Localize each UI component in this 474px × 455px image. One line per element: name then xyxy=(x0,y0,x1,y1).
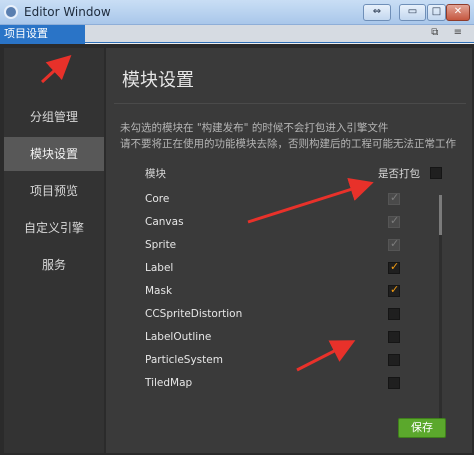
module-name: LabelOutline xyxy=(145,331,212,343)
save-button[interactable]: 保存 xyxy=(398,418,446,438)
module-name: Core xyxy=(145,193,170,205)
module-row: Canvas xyxy=(106,211,446,234)
tab-strip: 项目设置 ⧉ ≡ xyxy=(0,25,474,44)
module-name: CCSpriteDistortion xyxy=(145,308,243,320)
module-pack-checkbox xyxy=(388,237,400,251)
module-row: Core xyxy=(106,188,446,211)
column-header-module: 模块 xyxy=(145,168,166,180)
module-pack-checkbox[interactable] xyxy=(388,260,400,274)
title-bar: Editor Window ⇔ ▭ □ ✕ xyxy=(0,0,474,25)
description-line-1: 未勾选的模块在 "构建发布" 的时候不会打包进入引擎文件 xyxy=(120,122,389,134)
module-list: Core Canvas Sprite Label Mask CCSpriteDistort… xyxy=(106,188,446,422)
sidebar: 分组管理 模块设置 项目预览 自定义引擎 服务 xyxy=(4,48,104,453)
restore-button[interactable]: ⇔ xyxy=(363,4,391,21)
module-row: CCSpriteDistortion xyxy=(106,303,446,326)
module-pack-checkbox[interactable] xyxy=(388,354,400,366)
module-pack-checkbox xyxy=(388,214,400,228)
sidebar-item-custom-engine[interactable]: 自定义引擎 xyxy=(4,211,104,245)
close-button[interactable]: ✕ xyxy=(446,4,470,21)
sidebar-item-preview[interactable]: 项目预览 xyxy=(4,174,104,208)
module-row: TiledMap xyxy=(106,372,446,395)
sidebar-item-groups[interactable]: 分组管理 xyxy=(4,100,104,134)
maximize-button[interactable]: □ xyxy=(427,4,446,21)
tab-menu-icon[interactable]: ⧉ ≡ xyxy=(431,27,468,38)
sidebar-item-services[interactable]: 服务 xyxy=(4,248,104,282)
module-settings-panel: 模块设置 未勾选的模块在 "构建发布" 的时候不会打包进入引擎文件 请不要将正在… xyxy=(106,48,472,453)
module-name: Sprite xyxy=(145,239,177,251)
divider xyxy=(114,103,466,104)
module-name: ParticleSystem xyxy=(145,354,223,366)
tab-project-settings[interactable]: 项目设置 xyxy=(0,25,85,44)
module-row: Label xyxy=(106,257,446,280)
editor-frame: 分组管理 模块设置 项目预览 自定义引擎 服务 模块设置 未勾选的模块在 "构建… xyxy=(0,44,474,455)
module-pack-checkbox xyxy=(388,191,400,205)
scrollbar-thumb[interactable] xyxy=(439,195,442,235)
module-row: Mask xyxy=(106,280,446,303)
page-title: 模块设置 xyxy=(122,70,194,91)
module-row: ParticleSystem xyxy=(106,349,446,372)
app-icon xyxy=(4,5,18,19)
module-name: Label xyxy=(145,262,174,274)
module-pack-checkbox[interactable] xyxy=(388,283,400,297)
module-name: Mask xyxy=(145,285,173,297)
module-row: Sprite xyxy=(106,234,446,257)
module-pack-checkbox[interactable] xyxy=(388,331,400,343)
module-pack-checkbox[interactable] xyxy=(388,308,400,320)
module-pack-checkbox[interactable] xyxy=(388,377,400,389)
module-row: LabelOutline xyxy=(106,326,446,349)
module-name: TiledMap xyxy=(145,377,193,389)
description-line-2: 请不要将正在使用的功能模块去除，否则构建后的工程可能无法正常工作 xyxy=(120,138,456,150)
minimize-button[interactable]: ▭ xyxy=(399,4,426,21)
module-name: Canvas xyxy=(145,216,184,228)
window-title: Editor Window xyxy=(24,5,111,19)
column-header-pack: 是否打包 xyxy=(378,168,420,180)
sidebar-item-modules[interactable]: 模块设置 xyxy=(4,137,104,171)
select-all-checkbox[interactable] xyxy=(430,167,442,179)
